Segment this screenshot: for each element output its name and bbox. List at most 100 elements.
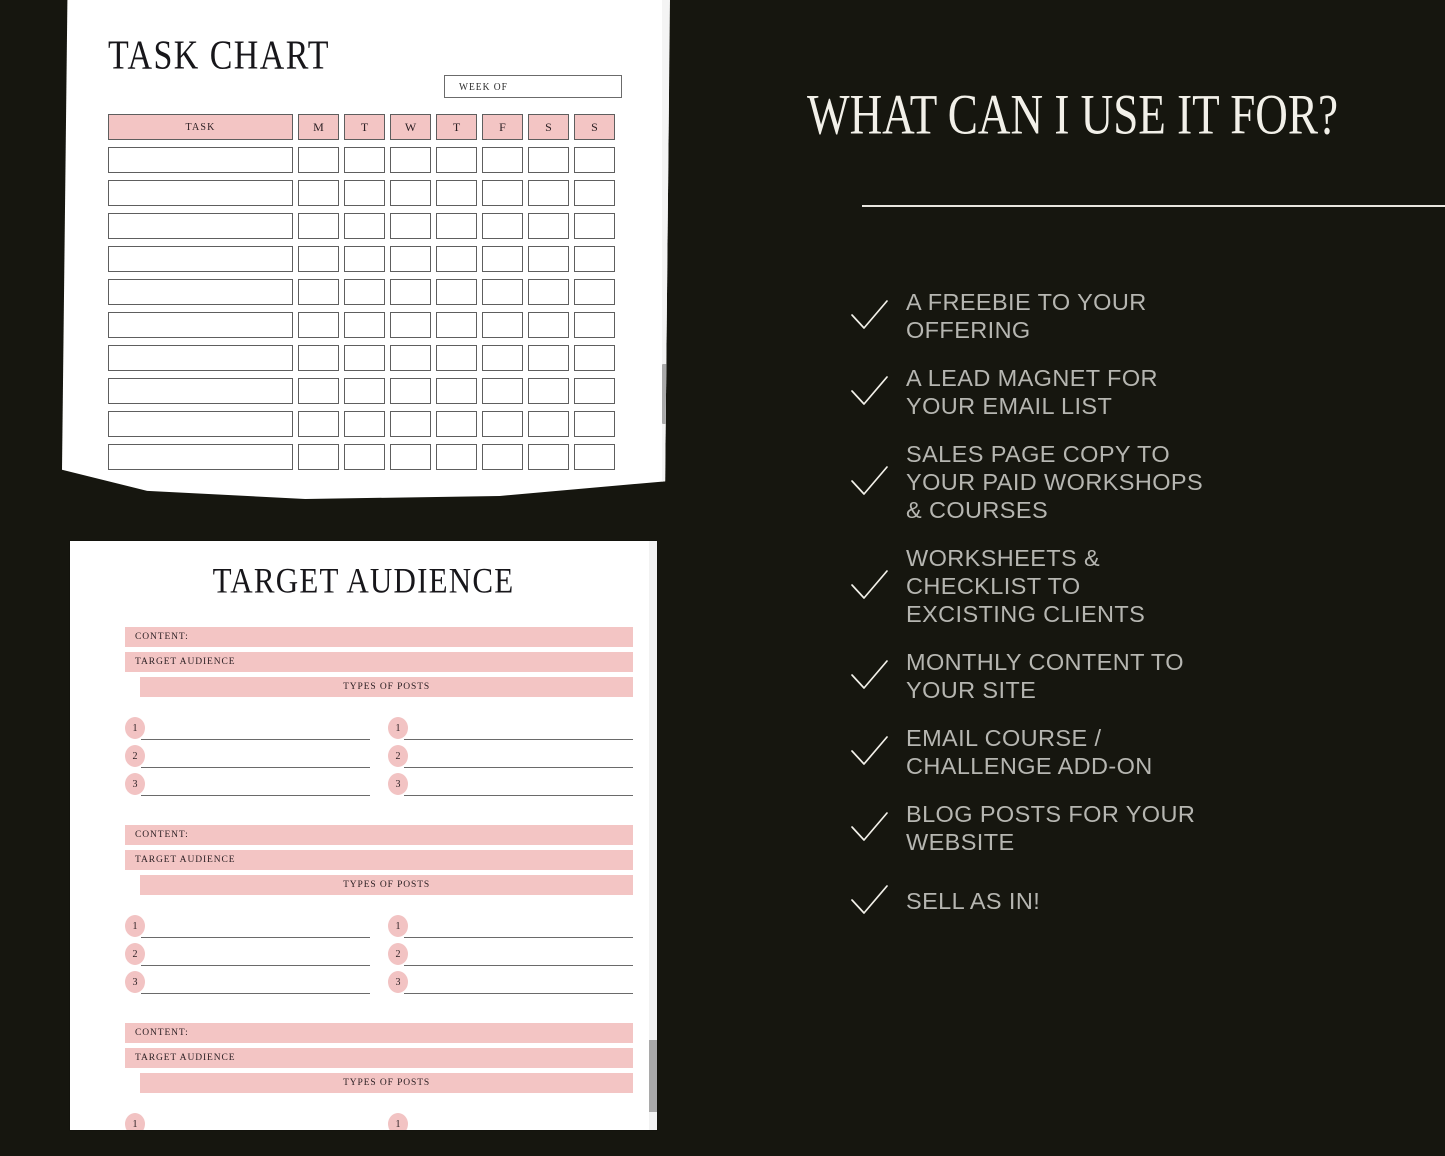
task-day-cell[interactable] xyxy=(390,213,431,239)
post-line-item[interactable]: 2 xyxy=(388,943,633,970)
task-day-cell[interactable] xyxy=(390,180,431,206)
task-day-cell[interactable] xyxy=(344,378,385,404)
target-audience-bar[interactable]: TARGET AUDIENCE xyxy=(125,850,633,870)
task-name-cell[interactable] xyxy=(108,147,293,173)
task-day-cell[interactable] xyxy=(298,180,339,206)
task-day-cell[interactable] xyxy=(390,279,431,305)
task-day-cell[interactable] xyxy=(528,246,569,272)
task-day-cell[interactable] xyxy=(390,246,431,272)
task-name-cell[interactable] xyxy=(108,180,293,206)
task-day-cell[interactable] xyxy=(390,147,431,173)
post-line-item[interactable]: 1 xyxy=(125,717,370,744)
post-line-item[interactable]: 2 xyxy=(125,745,370,772)
task-day-cell[interactable] xyxy=(482,345,523,371)
task-day-cell[interactable] xyxy=(298,246,339,272)
task-day-cell[interactable] xyxy=(344,411,385,437)
task-day-cell[interactable] xyxy=(436,180,477,206)
task-day-cell[interactable] xyxy=(574,180,615,206)
target-audience-bar[interactable]: TARGET AUDIENCE xyxy=(125,1048,633,1068)
post-line-item[interactable]: 3 xyxy=(388,773,633,800)
task-chart-scrollbar-thumb[interactable] xyxy=(662,364,669,424)
post-line-item[interactable]: 2 xyxy=(125,943,370,970)
post-line-item[interactable]: 1 xyxy=(125,1113,370,1130)
post-line-item[interactable]: 2 xyxy=(388,745,633,772)
task-day-cell[interactable] xyxy=(390,312,431,338)
types-of-posts-bar[interactable]: TYPES OF POSTS xyxy=(140,875,633,895)
task-day-cell[interactable] xyxy=(528,180,569,206)
task-day-cell[interactable] xyxy=(390,444,431,470)
task-day-cell[interactable] xyxy=(344,147,385,173)
task-day-cell[interactable] xyxy=(298,279,339,305)
task-day-cell[interactable] xyxy=(390,378,431,404)
task-day-cell[interactable] xyxy=(344,246,385,272)
task-name-cell[interactable] xyxy=(108,345,293,371)
task-day-cell[interactable] xyxy=(528,279,569,305)
task-day-cell[interactable] xyxy=(482,378,523,404)
task-name-cell[interactable] xyxy=(108,213,293,239)
task-day-cell[interactable] xyxy=(436,279,477,305)
task-name-cell[interactable] xyxy=(108,312,293,338)
task-day-cell[interactable] xyxy=(528,213,569,239)
task-day-cell[interactable] xyxy=(574,213,615,239)
task-day-cell[interactable] xyxy=(528,345,569,371)
task-day-cell[interactable] xyxy=(528,378,569,404)
task-day-cell[interactable] xyxy=(390,345,431,371)
task-day-cell[interactable] xyxy=(298,444,339,470)
target-audience-card[interactable]: TARGET AUDIENCE CONTENT: TARGET AUDIENCE T… xyxy=(70,541,657,1130)
task-day-cell[interactable] xyxy=(574,345,615,371)
post-line-item[interactable]: 3 xyxy=(125,773,370,800)
task-day-cell[interactable] xyxy=(344,345,385,371)
types-of-posts-bar[interactable]: TYPES OF POSTS xyxy=(140,677,633,697)
task-day-cell[interactable] xyxy=(298,411,339,437)
target-audience-scrollbar-thumb[interactable] xyxy=(649,1040,657,1112)
task-day-cell[interactable] xyxy=(436,213,477,239)
task-day-cell[interactable] xyxy=(436,444,477,470)
task-day-cell[interactable] xyxy=(344,444,385,470)
post-line-item[interactable]: 1 xyxy=(125,915,370,942)
content-bar[interactable]: CONTENT: xyxy=(125,825,633,845)
task-day-cell[interactable] xyxy=(298,147,339,173)
task-day-cell[interactable] xyxy=(574,378,615,404)
task-day-cell[interactable] xyxy=(298,312,339,338)
task-day-cell[interactable] xyxy=(344,312,385,338)
task-day-cell[interactable] xyxy=(298,378,339,404)
task-day-cell[interactable] xyxy=(574,279,615,305)
task-day-cell[interactable] xyxy=(574,147,615,173)
task-day-cell[interactable] xyxy=(482,279,523,305)
task-day-cell[interactable] xyxy=(298,345,339,371)
task-day-cell[interactable] xyxy=(482,147,523,173)
content-bar[interactable]: CONTENT: xyxy=(125,1023,633,1043)
task-day-cell[interactable] xyxy=(528,147,569,173)
task-chart-card[interactable]: TASK CHART WEEK OF TASK M T W T F S S xyxy=(62,0,670,499)
task-day-cell[interactable] xyxy=(298,213,339,239)
task-name-cell[interactable] xyxy=(108,378,293,404)
task-name-cell[interactable] xyxy=(108,444,293,470)
task-day-cell[interactable] xyxy=(482,312,523,338)
task-day-cell[interactable] xyxy=(482,180,523,206)
task-day-cell[interactable] xyxy=(436,246,477,272)
task-day-cell[interactable] xyxy=(482,213,523,239)
task-day-cell[interactable] xyxy=(528,444,569,470)
post-line-item[interactable]: 1 xyxy=(388,915,633,942)
task-day-cell[interactable] xyxy=(482,444,523,470)
task-name-cell[interactable] xyxy=(108,246,293,272)
task-day-cell[interactable] xyxy=(482,246,523,272)
task-chart-scrollbar-track[interactable] xyxy=(662,0,669,499)
task-day-cell[interactable] xyxy=(574,411,615,437)
week-of-field[interactable]: WEEK OF xyxy=(444,75,622,98)
task-day-cell[interactable] xyxy=(344,213,385,239)
task-day-cell[interactable] xyxy=(344,279,385,305)
task-day-cell[interactable] xyxy=(482,411,523,437)
task-day-cell[interactable] xyxy=(436,345,477,371)
post-line-item[interactable]: 3 xyxy=(125,971,370,998)
post-line-item[interactable]: 1 xyxy=(388,717,633,744)
task-day-cell[interactable] xyxy=(574,246,615,272)
post-line-item[interactable]: 3 xyxy=(388,971,633,998)
post-line-item[interactable]: 1 xyxy=(388,1113,633,1130)
task-day-cell[interactable] xyxy=(574,312,615,338)
task-day-cell[interactable] xyxy=(528,312,569,338)
task-name-cell[interactable] xyxy=(108,411,293,437)
task-day-cell[interactable] xyxy=(528,411,569,437)
task-day-cell[interactable] xyxy=(344,180,385,206)
task-name-cell[interactable] xyxy=(108,279,293,305)
